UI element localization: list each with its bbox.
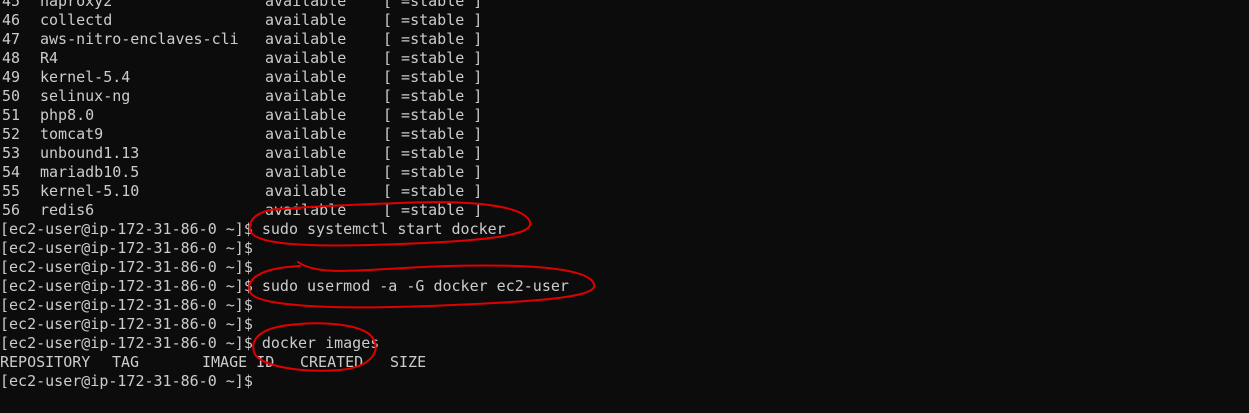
package-status: available xyxy=(265,0,347,10)
package-row: 49 kernel-5.4 available [ =stable ] xyxy=(0,68,569,87)
package-channel: [ =stable ] xyxy=(383,68,483,86)
package-status: available xyxy=(265,182,347,200)
command-text: sudo usermod -a -G docker ec2-user xyxy=(261,277,569,295)
package-number: 51 xyxy=(2,106,21,124)
package-channel: [ =stable ] xyxy=(383,49,483,67)
package-channel: [ =stable ] xyxy=(383,106,483,124)
shell-prompt: [ec2-user@ip-172-31-86-0 ~]$ xyxy=(0,258,253,276)
package-status: available xyxy=(265,106,347,124)
package-channel: [ =stable ] xyxy=(383,182,483,200)
package-name: php8.0 xyxy=(40,106,95,124)
header-created: CREATED xyxy=(300,353,364,371)
package-channel: [ =stable ] xyxy=(383,144,483,162)
package-row: 45 haproxy2 available [ =stable ] xyxy=(0,0,569,11)
package-number: 46 xyxy=(2,11,21,29)
package-status: available xyxy=(265,125,347,143)
header-image-id: IMAGE ID xyxy=(202,353,275,371)
package-number: 54 xyxy=(2,163,21,181)
package-channel: [ =stable ] xyxy=(383,201,483,219)
package-number: 52 xyxy=(2,125,21,143)
package-number: 56 xyxy=(2,201,21,219)
package-name: kernel-5.10 xyxy=(40,182,140,200)
package-status: available xyxy=(265,68,347,86)
package-channel: [ =stable ] xyxy=(383,125,483,143)
package-name: mariadb10.5 xyxy=(40,163,140,181)
package-row: 54 mariadb10.5 available [ =stable ] xyxy=(0,163,569,182)
terminal-output: 45 haproxy2 available [ =stable ] 46 collect… xyxy=(0,0,569,391)
package-status: available xyxy=(265,144,347,162)
package-channel: [ =stable ] xyxy=(383,30,483,48)
command-line: [ec2-user@ip-172-31-86-0 ~]$ xyxy=(0,239,569,258)
package-name: unbound1.13 xyxy=(40,144,140,162)
command-line: [ec2-user@ip-172-31-86-0 ~]$ xyxy=(0,296,569,315)
package-number: 47 xyxy=(2,30,21,48)
header-repository: REPOSITORY xyxy=(0,353,91,371)
active-command-line[interactable]: [ec2-user@ip-172-31-86-0 ~]$ xyxy=(0,372,569,391)
package-name: redis6 xyxy=(40,201,95,219)
package-status: available xyxy=(265,11,347,29)
package-status: available xyxy=(265,163,347,181)
package-row: 51 php8.0 available [ =stable ] xyxy=(0,106,569,125)
command-text: docker images xyxy=(261,334,380,352)
package-name: R4 xyxy=(40,49,59,67)
package-row: 55 kernel-5.10 available [ =stable ] xyxy=(0,182,569,201)
package-number: 53 xyxy=(2,144,21,162)
command-line: [ec2-user@ip-172-31-86-0 ~]$ docker image… xyxy=(0,334,569,353)
package-channel: [ =stable ] xyxy=(383,11,483,29)
command-line: [ec2-user@ip-172-31-86-0 ~]$ sudo systemc… xyxy=(0,220,569,239)
header-tag: TAG xyxy=(112,353,140,371)
shell-prompt: [ec2-user@ip-172-31-86-0 ~]$ xyxy=(0,315,253,333)
package-number: 50 xyxy=(2,87,21,105)
package-name: haproxy2 xyxy=(40,0,113,10)
package-status: available xyxy=(265,87,347,105)
package-name: collectd xyxy=(40,11,113,29)
shell-prompt: [ec2-user@ip-172-31-86-0 ~]$ xyxy=(0,334,253,352)
package-status: available xyxy=(265,49,347,67)
package-channel: [ =stable ] xyxy=(383,87,483,105)
package-number: 48 xyxy=(2,49,21,67)
shell-prompt: [ec2-user@ip-172-31-86-0 ~]$ xyxy=(0,372,253,390)
package-name: aws-nitro-enclaves-cli xyxy=(40,30,239,48)
package-name: selinux-ng xyxy=(40,87,131,105)
package-number: 55 xyxy=(2,182,21,200)
terminal-window[interactable]: 45 haproxy2 available [ =stable ] 46 collect… xyxy=(0,0,1249,413)
package-row: 56 redis6 available [ =stable ] xyxy=(0,201,569,220)
package-name: kernel-5.4 xyxy=(40,68,131,86)
shell-prompt: [ec2-user@ip-172-31-86-0 ~]$ xyxy=(0,239,253,257)
package-channel: [ =stable ] xyxy=(383,163,483,181)
command-line: [ec2-user@ip-172-31-86-0 ~]$ xyxy=(0,315,569,334)
command-line: [ec2-user@ip-172-31-86-0 ~]$ sudo usermod… xyxy=(0,277,569,296)
package-row: 52 tomcat9 available [ =stable ] xyxy=(0,125,569,144)
command-line: [ec2-user@ip-172-31-86-0 ~]$ xyxy=(0,258,569,277)
header-size: SIZE xyxy=(390,353,427,371)
shell-prompt: [ec2-user@ip-172-31-86-0 ~]$ xyxy=(0,277,253,295)
package-row: 48 R4 available [ =stable ] xyxy=(0,49,569,68)
package-row: 47 aws-nitro-enclaves-cli available [ =stab… xyxy=(0,30,569,49)
package-name: tomcat9 xyxy=(40,125,104,143)
package-row: 50 selinux-ng available [ =stable ] xyxy=(0,87,569,106)
package-channel: [ =stable ] xyxy=(383,0,483,10)
package-status: available xyxy=(265,30,347,48)
package-number: 45 xyxy=(2,0,21,10)
package-status: available xyxy=(265,201,347,219)
shell-prompt: [ec2-user@ip-172-31-86-0 ~]$ xyxy=(0,220,253,238)
command-text: sudo systemctl start docker xyxy=(261,220,506,238)
package-number: 49 xyxy=(2,68,21,86)
package-row: 53 unbound1.13 available [ =stable ] xyxy=(0,144,569,163)
shell-prompt: [ec2-user@ip-172-31-86-0 ~]$ xyxy=(0,296,253,314)
package-row: 46 collectd available [ =stable ] xyxy=(0,11,569,30)
docker-images-header: REPOSITORY TAG IMAGE ID CREATED SIZE xyxy=(0,353,569,372)
